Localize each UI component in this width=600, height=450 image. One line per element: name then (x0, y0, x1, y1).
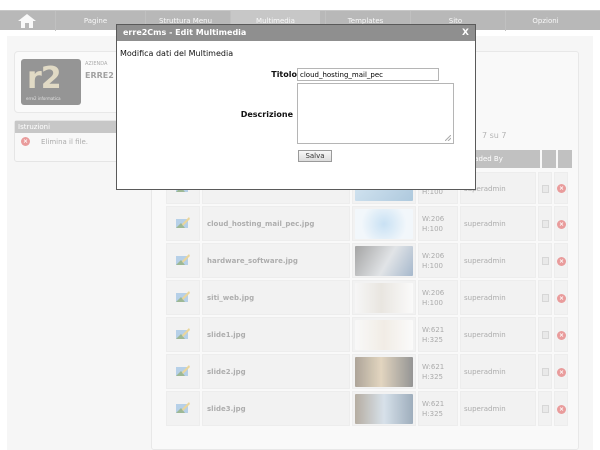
descrizione-label: Descrizione (240, 110, 293, 119)
close-button[interactable]: X (462, 25, 469, 41)
resize-handle-icon[interactable] (445, 135, 451, 141)
save-button[interactable]: Salva (298, 150, 332, 162)
titolo-label: Titolo (271, 70, 297, 79)
dialog-title: erre2Cms - Edit Multimedia (117, 25, 475, 41)
titolo-input[interactable] (297, 68, 439, 81)
descrizione-textarea[interactable] (297, 83, 454, 144)
section-heading: Modifica dati del Multimedia (120, 49, 234, 58)
edit-multimedia-dialog: erre2Cms - Edit Multimedia X Modifica da… (116, 24, 476, 190)
